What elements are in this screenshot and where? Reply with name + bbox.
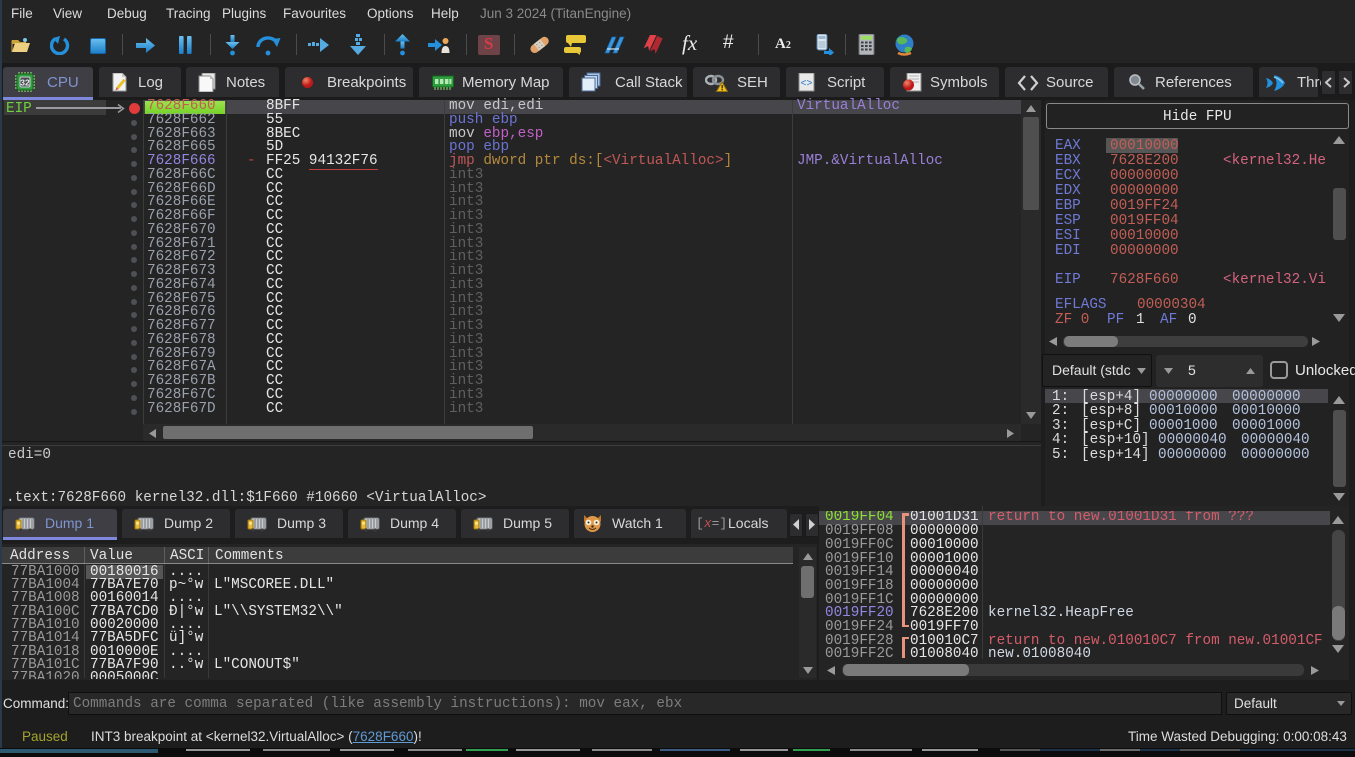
svg-text:32: 32 (20, 78, 30, 88)
svg-text:<>: <> (800, 79, 812, 90)
